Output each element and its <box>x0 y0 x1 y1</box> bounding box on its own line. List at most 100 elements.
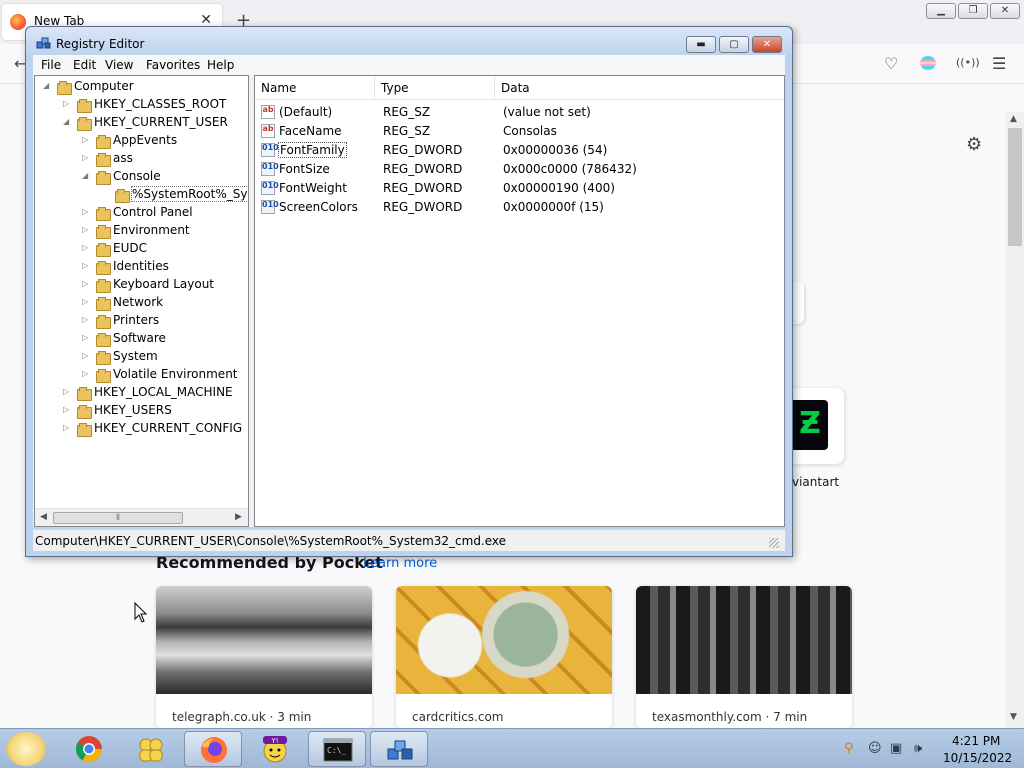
taskbar-yahoo-messenger[interactable]: Y! <box>246 731 304 767</box>
expand-icon[interactable]: ▷ <box>82 135 91 144</box>
folder-icon <box>75 98 92 113</box>
expand-icon[interactable]: ▷ <box>82 153 91 162</box>
title-bar[interactable]: Registry Editor ▬ ▢ ✕ <box>26 27 792 57</box>
expand-icon[interactable]: ▷ <box>82 369 91 378</box>
maximize-button[interactable]: ▢ <box>719 36 749 53</box>
folder-icon <box>94 224 111 239</box>
binary-value-icon: 010 <box>261 181 279 195</box>
historic-photo-image <box>636 586 852 694</box>
network-icon[interactable]: ▣ <box>890 741 902 756</box>
menu-file[interactable]: File <box>41 58 61 72</box>
resize-grip[interactable] <box>769 538 779 548</box>
tree-node-label: System <box>113 349 158 363</box>
scroll-down-icon[interactable]: ▼ <box>1010 712 1017 722</box>
restore-button[interactable]: ❐ <box>958 3 988 19</box>
expand-icon[interactable]: ▷ <box>82 225 91 234</box>
close-button[interactable]: ✕ <box>990 3 1020 19</box>
scroll-up-icon[interactable]: ▲ <box>1010 114 1017 124</box>
status-bar: Computer\HKEY_CURRENT_USER\Console\%Syst… <box>33 529 785 551</box>
expand-icon[interactable]: ▷ <box>82 261 91 270</box>
start-button[interactable] <box>6 732 46 766</box>
column-header-type[interactable]: Type <box>375 76 495 100</box>
expand-icon[interactable]: ▷ <box>82 207 91 216</box>
expand-icon[interactable]: ▷ <box>82 351 91 360</box>
value-row[interactable]: ab (Default) REG_SZ (value not set) <box>255 103 784 122</box>
expand-icon[interactable]: ▷ <box>63 99 72 108</box>
values-list[interactable]: Name Type Data ab (Default) REG_SZ (valu… <box>254 75 785 527</box>
close-button[interactable]: ✕ <box>752 36 782 53</box>
search-icon[interactable]: ⚲ <box>844 741 854 756</box>
expand-icon[interactable]: ▷ <box>82 279 91 288</box>
column-header-name[interactable]: Name <box>255 76 375 100</box>
minimize-button[interactable]: ▬ <box>686 36 716 53</box>
pocket-icon[interactable]: ♡ <box>884 54 898 73</box>
menu-edit[interactable]: Edit <box>73 58 96 72</box>
scroll-left-icon[interactable]: ◀ <box>40 512 47 522</box>
collapse-icon[interactable]: ◢ <box>63 117 72 126</box>
expand-icon[interactable]: ▷ <box>82 315 91 324</box>
scroll-thumb[interactable]: ⦀ <box>53 512 183 524</box>
taskbar-messenger[interactable] <box>122 731 180 767</box>
value-data: 0x00000190 (400) <box>503 181 615 195</box>
value-row[interactable]: 010 FontFamily REG_DWORD 0x00000036 (54) <box>255 141 784 160</box>
messenger-icon <box>139 738 163 762</box>
collapse-icon[interactable]: ◢ <box>82 171 91 180</box>
menu-bar: File Edit View Favorites Help <box>33 55 785 75</box>
gear-icon[interactable]: ⚙ <box>966 134 982 155</box>
menu-help[interactable]: Help <box>207 58 234 72</box>
top-site-card[interactable] <box>792 282 804 324</box>
column-header-data[interactable]: Data <box>495 76 784 100</box>
taskbar-command-prompt[interactable]: C:\_ <box>308 731 366 767</box>
tree-node-label: Volatile Environment <box>113 367 238 381</box>
folder-icon <box>75 422 92 437</box>
value-row[interactable]: ab FaceName REG_SZ Consolas <box>255 122 784 141</box>
folder-icon <box>75 116 92 131</box>
value-row[interactable]: 010 FontWeight REG_DWORD 0x00000190 (400… <box>255 179 784 198</box>
pocket-card[interactable]: telegraph.co.uk · 3 min <box>156 586 372 728</box>
learn-more-link[interactable]: Learn more <box>363 556 437 571</box>
pocket-card[interactable]: texasmonthly.com · 7 min <box>636 586 852 728</box>
clock-date[interactable]: 10/15/2022 <box>943 751 1012 765</box>
value-type: REG_DWORD <box>383 181 463 195</box>
tree-node-label: Control Panel <box>113 205 193 219</box>
value-row[interactable]: 010 FontSize REG_DWORD 0x000c0000 (78643… <box>255 160 784 179</box>
key-tree[interactable]: ◢ Computer ▷ HKEY_CLASSES_ROOT ◢ HKEY_CU… <box>34 75 249 527</box>
menu-icon[interactable]: ☰ <box>992 54 1006 73</box>
registry-editor-window: Registry Editor ▬ ▢ ✕ File Edit View Fav… <box>25 26 793 557</box>
expand-icon[interactable]: ▷ <box>82 243 91 252</box>
minimize-button[interactable]: ▁ <box>926 3 956 19</box>
pocket-card[interactable]: cardcritics.com <box>396 586 612 728</box>
page-scrollbar[interactable]: ▲ ▼ <box>1006 112 1024 728</box>
value-type: REG_DWORD <box>383 143 463 157</box>
list-header: Name Type Data <box>255 76 784 100</box>
binary-value-icon: 010 <box>261 162 279 176</box>
scroll-right-icon[interactable]: ▶ <box>235 512 242 522</box>
menu-favorites[interactable]: Favorites <box>146 58 200 72</box>
expand-icon[interactable]: ▷ <box>63 423 72 432</box>
expand-icon[interactable]: ▷ <box>82 333 91 342</box>
expand-icon[interactable]: ▷ <box>63 387 72 396</box>
folder-icon <box>94 206 111 221</box>
tree-horizontal-scrollbar[interactable]: ◀ ⦀ ▶ <box>35 508 248 526</box>
expand-icon[interactable]: ▷ <box>63 405 72 414</box>
value-row[interactable]: 010 ScreenColors REG_DWORD 0x0000000f (1… <box>255 198 784 217</box>
messenger-tray-icon[interactable]: ☺ <box>868 741 882 756</box>
tree-node-label: HKEY_LOCAL_MACHINE <box>94 385 233 399</box>
tree-node-label: %SystemRoot%_System32_cmd.exe <box>131 186 248 202</box>
value-name: FontWeight <box>279 181 347 195</box>
collapse-icon[interactable]: ◢ <box>43 81 52 90</box>
scroll-thumb[interactable] <box>1008 128 1022 246</box>
tree-node-label: Console <box>113 169 161 183</box>
extensions-icon[interactable]: ((•)) <box>956 56 980 69</box>
taskbar-registry-editor[interactable] <box>370 731 428 767</box>
taskbar-chrome[interactable] <box>60 731 118 767</box>
volume-icon[interactable]: 🕪 <box>914 741 922 756</box>
clock-time[interactable]: 4:21 PM <box>952 734 1000 748</box>
menu-view[interactable]: View <box>105 58 133 72</box>
computer-icon <box>55 80 72 95</box>
value-type: REG_SZ <box>383 124 431 138</box>
tree-node-label: Environment <box>113 223 190 237</box>
taskbar-firefox[interactable] <box>184 731 242 767</box>
registry-editor-icon <box>36 37 51 49</box>
profile-icon[interactable] <box>920 56 936 70</box>
